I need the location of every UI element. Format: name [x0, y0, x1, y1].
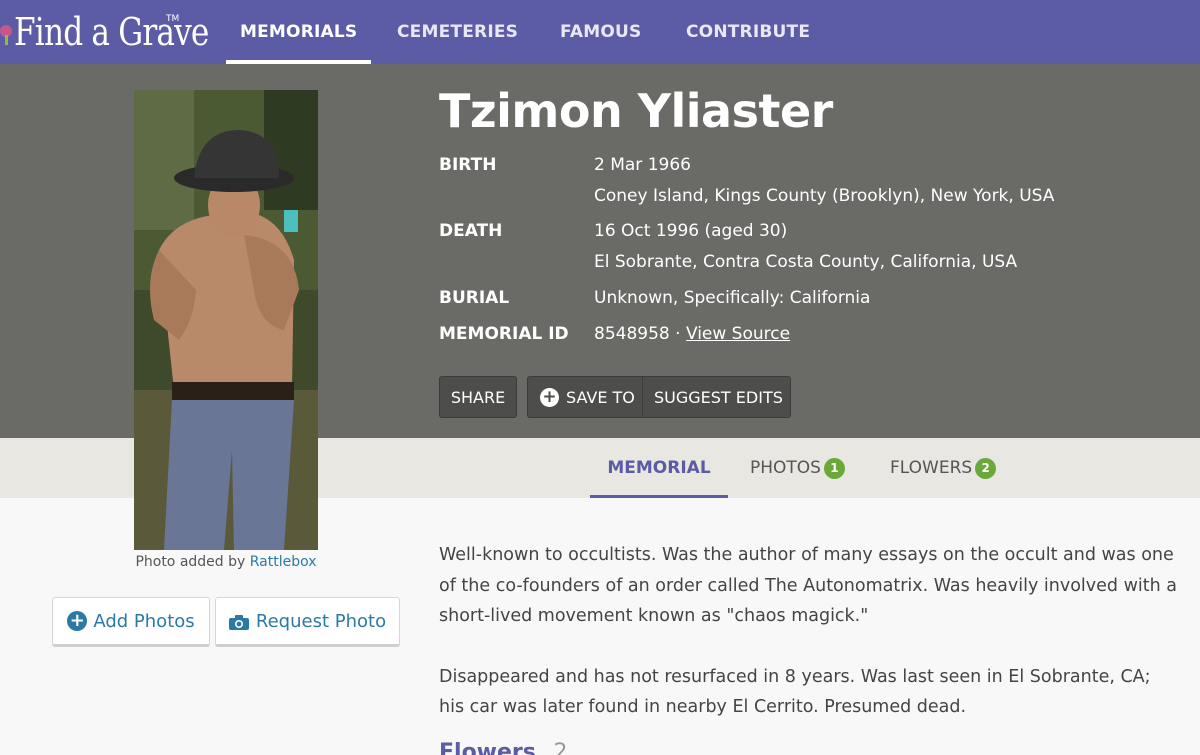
save-to-button[interactable]: + SAVE TO	[528, 377, 643, 417]
flower-icon	[0, 21, 12, 45]
nav-cemeteries[interactable]: CEMETERIES	[397, 0, 518, 64]
add-photos-label: Add Photos	[93, 610, 195, 632]
view-source-link[interactable]: View Source	[686, 324, 790, 344]
photo-credit-prefix: Photo added by	[135, 554, 246, 570]
flowers-section-heading: Flowers 2	[439, 740, 568, 755]
nav-contribute[interactable]: CONTRIBUTE	[686, 0, 810, 64]
site-logo[interactable]: Find a Grave TM	[0, 6, 251, 58]
death-label: DEATH	[439, 221, 503, 241]
memorial-bio: Well-known to occultists. Was the author…	[439, 540, 1179, 753]
tab-flowers-label: FLOWERS	[890, 458, 973, 478]
bio-paragraph-1: Well-known to occultists. Was the author…	[439, 545, 1177, 626]
request-photo-button[interactable]: Request Photo	[215, 597, 400, 647]
death-date: 16 Oct 1996 (aged 30)	[594, 221, 788, 241]
camera-icon	[228, 614, 249, 630]
nav-memorials[interactable]: MEMORIALS	[225, 0, 372, 64]
separator: ·	[675, 324, 681, 344]
burial-value: Unknown, Specifically: California	[594, 288, 871, 308]
memorial-id-value: 8548958	[594, 324, 670, 344]
logo-trademark: TM	[166, 14, 180, 24]
birth-place: Coney Island, Kings County (Brooklyn), N…	[594, 186, 1055, 206]
memorial-id-label: MEMORIAL ID	[439, 324, 569, 344]
burial-label: BURIAL	[439, 288, 510, 308]
flowers-count: 2	[553, 740, 568, 755]
request-photo-label: Request Photo	[255, 610, 387, 632]
memorial-photo-image	[134, 90, 318, 550]
plus-circle-icon: +	[540, 387, 559, 407]
tab-photos-label: PHOTOS	[750, 458, 821, 478]
save-to-label: SAVE TO	[566, 387, 635, 407]
death-place: El Sobrante, Contra Costa County, Califo…	[594, 252, 1018, 272]
tab-memorial[interactable]: MEMORIAL	[590, 438, 728, 498]
photos-count-badge: 1	[823, 457, 845, 479]
memorial-name: Tzimon Yliaster	[439, 84, 833, 138]
tab-flowers[interactable]: FLOWERS 2	[890, 438, 997, 498]
flowers-count-badge: 2	[975, 457, 997, 479]
memorial-photo[interactable]	[134, 90, 318, 550]
suggest-edits-button[interactable]: SUGGEST EDITS	[643, 377, 783, 417]
memorial-id-row: 8548958 · View Source	[594, 324, 790, 344]
plus-circle-icon: +	[67, 611, 88, 631]
nav-famous[interactable]: FAMOUS	[560, 0, 641, 64]
add-photos-button[interactable]: + Add Photos	[52, 597, 210, 647]
photo-credit: Photo added by Rattlebox	[134, 554, 318, 570]
flowers-title: Flowers	[439, 740, 536, 755]
bio-paragraph-2: Disappeared and has not resurfaced in 8 …	[439, 666, 1151, 718]
birth-date: 2 Mar 1966	[594, 155, 691, 175]
tab-photos[interactable]: PHOTOS 1	[750, 438, 845, 498]
action-button-group: + SAVE TO SUGGEST EDITS	[527, 376, 791, 418]
share-button[interactable]: SHARE	[439, 376, 517, 418]
birth-label: BIRTH	[439, 155, 497, 175]
logo-text: Find a Grave	[14, 10, 209, 54]
photo-credit-user-link[interactable]: Rattlebox	[250, 554, 317, 570]
top-nav: Find a Grave TM MEMORIALS CEMETERIES FAM…	[0, 0, 1200, 64]
